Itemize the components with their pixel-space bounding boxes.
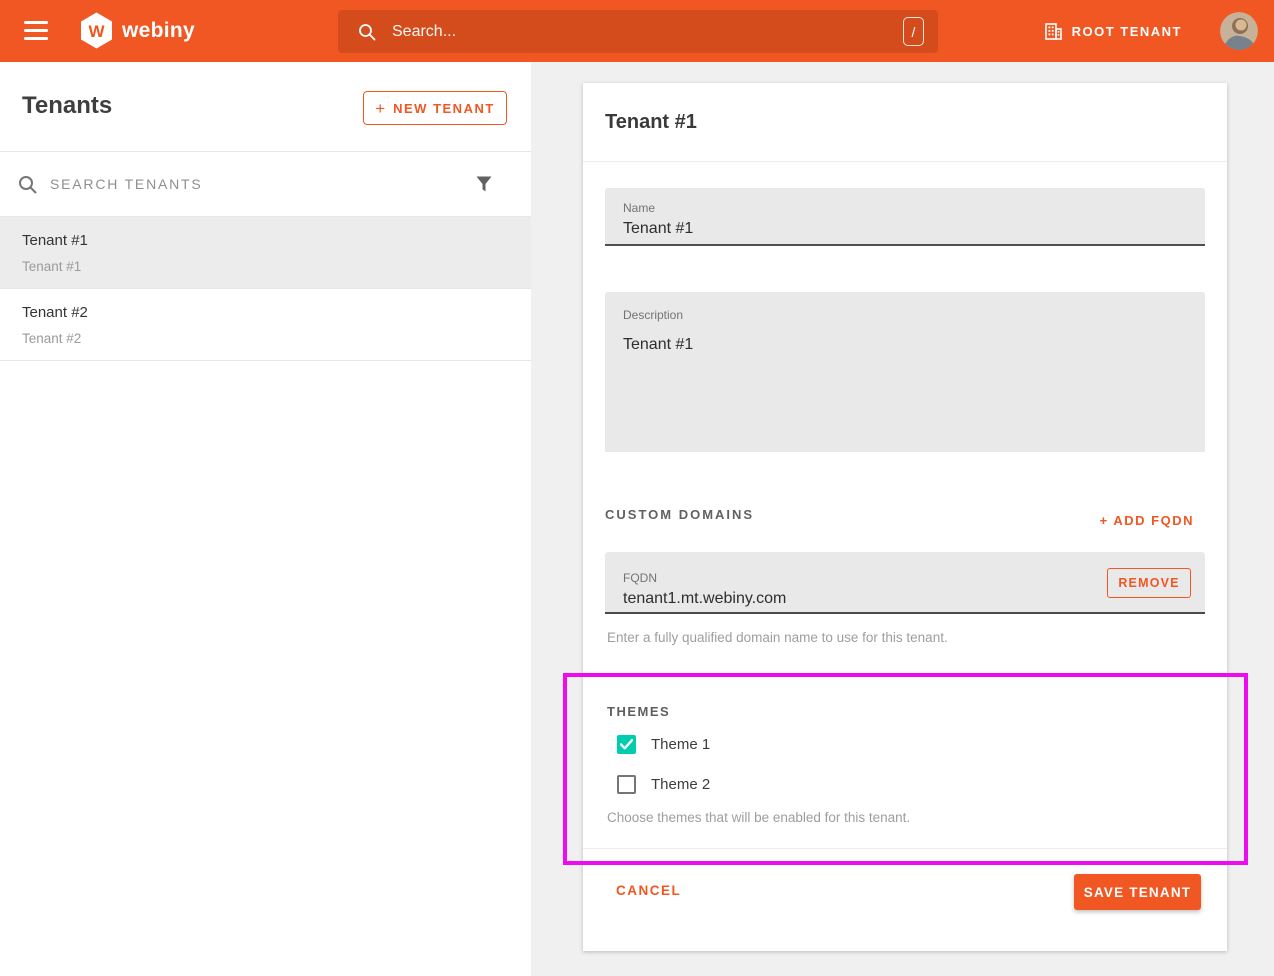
- remove-fqdn-button[interactable]: REMOVE: [1107, 568, 1191, 598]
- tenant-item-title: Tenant #2: [22, 304, 88, 321]
- tenant-item-subtitle: Tenant #1: [22, 259, 81, 274]
- fqdn-field[interactable]: FQDN REMOVE: [605, 552, 1205, 614]
- tenants-sidebar: Tenants + NEW TENANT Tenant #1 Tenant #1…: [0, 62, 531, 976]
- tenant-item-title: Tenant #1: [22, 232, 88, 249]
- theme-1-checkbox[interactable]: [617, 735, 636, 754]
- new-tenant-button[interactable]: + NEW TENANT: [363, 91, 507, 125]
- svg-text:W: W: [88, 22, 105, 41]
- sidebar-header: Tenants + NEW TENANT: [0, 62, 531, 152]
- checkmark-icon: [620, 739, 633, 750]
- search-icon: [358, 23, 376, 41]
- tenant-search-input[interactable]: [50, 176, 461, 192]
- tenant-list-item[interactable]: Tenant #1 Tenant #1: [0, 217, 531, 289]
- theme-option[interactable]: Theme 1: [617, 734, 710, 754]
- keyboard-shortcut-badge: /: [903, 17, 924, 46]
- search-input[interactable]: [392, 23, 903, 41]
- description-field[interactable]: Description Tenant #1: [605, 292, 1205, 452]
- form-title: Tenant #1: [605, 111, 697, 134]
- cancel-button[interactable]: CANCEL: [616, 883, 681, 898]
- description-field-label: Description: [623, 308, 683, 322]
- webiny-hexagon-icon: W: [80, 12, 113, 49]
- logo-text: webiny: [122, 19, 195, 43]
- tenant-form-card: Tenant #1 Name Description Tenant #1 CUS…: [583, 83, 1227, 951]
- user-avatar[interactable]: [1220, 12, 1258, 50]
- building-icon: [1044, 22, 1063, 41]
- fqdn-field-label: FQDN: [623, 571, 657, 585]
- new-tenant-label: NEW TENANT: [393, 101, 495, 116]
- tenant-search-row: [0, 152, 531, 217]
- name-field[interactable]: Name: [605, 188, 1205, 246]
- tenant-list-item[interactable]: Tenant #2 Tenant #2: [0, 289, 531, 361]
- plus-icon: +: [375, 100, 385, 117]
- description-input[interactable]: Tenant #1: [623, 336, 1183, 436]
- filter-icon[interactable]: [475, 175, 493, 193]
- name-input[interactable]: [623, 219, 1183, 239]
- custom-domains-section-label: CUSTOM DOMAINS: [605, 507, 754, 522]
- top-app-bar: W webiny / ROOT TENANT: [0, 0, 1274, 62]
- themes-helper-text: Choose themes that will be enabled for t…: [607, 810, 910, 825]
- form-header: Tenant #1: [583, 83, 1227, 162]
- webiny-logo[interactable]: W webiny: [80, 12, 195, 49]
- name-field-label: Name: [623, 201, 655, 215]
- tenant-item-subtitle: Tenant #2: [22, 331, 81, 346]
- fqdn-helper-text: Enter a fully qualified domain name to u…: [607, 630, 948, 645]
- search-icon: [18, 175, 37, 194]
- hamburger-menu-icon[interactable]: [24, 21, 48, 40]
- footer-divider: [583, 848, 1227, 849]
- theme-2-label: Theme 2: [651, 776, 710, 793]
- page-title: Tenants: [22, 92, 112, 120]
- root-tenant-selector[interactable]: ROOT TENANT: [1044, 0, 1182, 62]
- fqdn-input[interactable]: [623, 589, 1063, 609]
- theme-option[interactable]: Theme 2: [617, 774, 710, 794]
- global-search[interactable]: /: [338, 10, 938, 53]
- save-tenant-button[interactable]: SAVE TENANT: [1074, 874, 1201, 910]
- theme-1-label: Theme 1: [651, 736, 710, 753]
- theme-2-checkbox[interactable]: [617, 775, 636, 794]
- themes-section-label: THEMES: [607, 704, 670, 719]
- root-tenant-label: ROOT TENANT: [1072, 24, 1182, 39]
- add-fqdn-link[interactable]: + ADD FQDN: [1100, 513, 1194, 528]
